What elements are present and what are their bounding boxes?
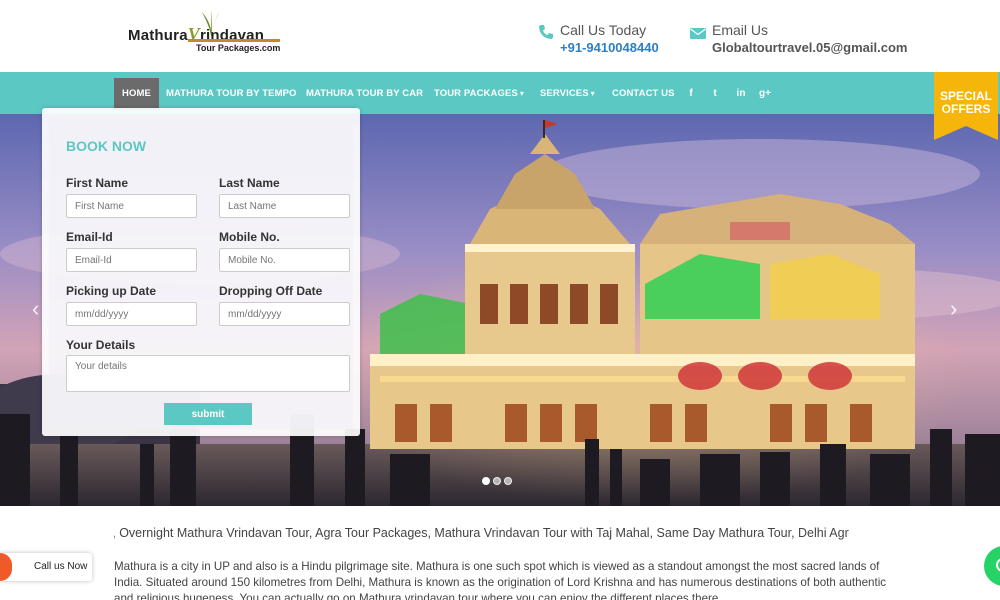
nav-mathura-tour-by-car[interactable]: MATHURA TOUR BY CAR bbox=[306, 78, 423, 110]
slider-dots bbox=[482, 472, 515, 490]
submit-button[interactable]: submit bbox=[164, 403, 252, 425]
nav-contact-us[interactable]: CONTACT US bbox=[612, 78, 675, 110]
page: MathuraVrindavan Tour Packages.com Call … bbox=[0, 0, 1000, 600]
mobile-label: Mobile No. bbox=[219, 230, 280, 244]
slider-dot-3[interactable] bbox=[504, 477, 512, 485]
phone-number[interactable]: +91-9410048440 bbox=[560, 40, 659, 55]
last-name-input[interactable] bbox=[219, 194, 350, 218]
booking-form-inner: BOOK NOW First Name Last Name Email-Id M… bbox=[49, 115, 353, 429]
linkedin-icon[interactable]: in bbox=[734, 78, 748, 110]
phone-icon bbox=[0, 553, 12, 581]
google-plus-icon[interactable]: g+ bbox=[758, 78, 772, 110]
packages-marquee: s, Overnight Mathura Vrindavan Tour, Agr… bbox=[114, 526, 888, 542]
intro-description: Mathura is a city in UP and also is a Hi… bbox=[114, 560, 887, 600]
special-offers-text: SPECIAL OFFERS bbox=[939, 89, 992, 116]
email-id-input[interactable] bbox=[66, 248, 197, 272]
dropoff-date-label: Dropping Off Date bbox=[219, 284, 323, 298]
email-contact: Email Us Globaltourtravel.05@gmail.com bbox=[690, 20, 920, 60]
first-name-input[interactable] bbox=[66, 194, 197, 218]
phone-icon bbox=[539, 25, 553, 39]
booking-form: BOOK NOW First Name Last Name Email-Id M… bbox=[42, 108, 360, 436]
chevron-down-icon: ▾ bbox=[519, 89, 524, 98]
marquee-text: s, Overnight Mathura Vrindavan Tour, Agr… bbox=[114, 526, 849, 540]
your-details-textarea[interactable] bbox=[66, 355, 350, 392]
pickup-date-input[interactable] bbox=[66, 302, 197, 326]
mobile-input[interactable] bbox=[219, 248, 350, 272]
special-offers-ribbon[interactable]: SPECIAL OFFERS bbox=[934, 72, 998, 140]
logo-subtitle: Tour Packages.com bbox=[196, 43, 281, 53]
twitter-icon[interactable]: t bbox=[708, 78, 722, 110]
email-label: Email Us bbox=[712, 22, 769, 38]
call-us-now-label: Call us Now bbox=[34, 561, 88, 572]
first-name-label: First Name bbox=[66, 176, 129, 190]
call-us-now-button[interactable]: Call us Now bbox=[0, 553, 92, 581]
nav-home[interactable]: HOME bbox=[114, 78, 159, 110]
nav-mathura-tour-by-tempo[interactable]: MATHURA TOUR BY TEMPO bbox=[166, 78, 297, 110]
slider-next-arrow[interactable]: › bbox=[950, 296, 957, 322]
whatsapp-icon bbox=[996, 558, 1000, 572]
book-now-title: BOOK NOW bbox=[66, 138, 147, 154]
site-header: MathuraVrindavan Tour Packages.com Call … bbox=[0, 0, 1000, 72]
email-address[interactable]: Globaltourtravel.05@gmail.com bbox=[712, 40, 907, 55]
nav-services[interactable]: SERVICES ▾ bbox=[540, 78, 595, 110]
phone-label: Call Us Today bbox=[560, 22, 647, 38]
dropoff-date-input[interactable] bbox=[219, 302, 350, 326]
facebook-icon[interactable]: f bbox=[684, 78, 698, 110]
phone-contact: Call Us Today +91-9410048440 bbox=[538, 20, 678, 60]
slider-dot-2[interactable] bbox=[493, 477, 501, 485]
envelope-icon bbox=[690, 28, 706, 39]
chevron-down-icon: ▾ bbox=[590, 89, 595, 98]
pickup-date-label: Picking up Date bbox=[66, 284, 157, 298]
nav-tour-packages[interactable]: TOUR PACKAGES ▾ bbox=[434, 78, 524, 110]
your-details-label: Your Details bbox=[66, 338, 136, 352]
slider-dot-1[interactable] bbox=[482, 477, 490, 485]
last-name-label: Last Name bbox=[219, 176, 280, 190]
site-logo[interactable]: MathuraVrindavan Tour Packages.com bbox=[128, 10, 288, 56]
email-id-label: Email-Id bbox=[66, 230, 113, 244]
whatsapp-button[interactable] bbox=[984, 546, 1000, 586]
logo-bar bbox=[188, 39, 280, 42]
slider-prev-arrow[interactable]: ‹ bbox=[32, 296, 39, 322]
